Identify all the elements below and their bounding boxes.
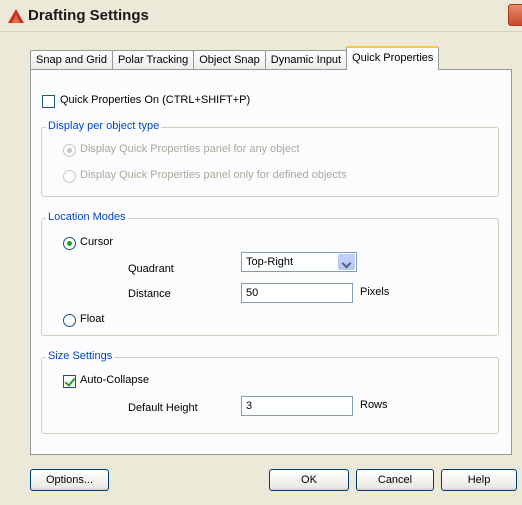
distance-input[interactable] bbox=[241, 283, 353, 303]
drafting-settings-dialog: Drafting Settings Snap and Grid Polar Tr… bbox=[0, 0, 522, 505]
quick-properties-on-label: Quick Properties On (CTRL+SHIFT+P) bbox=[60, 94, 251, 106]
default-height-input[interactable] bbox=[241, 396, 353, 416]
help-button[interactable]: Help bbox=[441, 469, 517, 491]
tab-strip: Snap and Grid Polar Tracking Object Snap… bbox=[30, 46, 440, 70]
display-per-object-group: Display per object type Display Quick Pr… bbox=[41, 120, 499, 197]
quick-properties-on-checkbox[interactable] bbox=[42, 95, 55, 108]
title-bar[interactable]: Drafting Settings bbox=[0, 0, 522, 32]
ok-button[interactable]: OK bbox=[269, 469, 349, 491]
distance-label: Distance bbox=[128, 288, 171, 300]
close-button[interactable] bbox=[508, 4, 522, 26]
tab-dynamic-input[interactable]: Dynamic Input bbox=[264, 50, 348, 70]
location-modes-group: Location Modes Cursor Quadrant Top-Right… bbox=[41, 211, 499, 336]
tab-quick-properties[interactable]: Quick Properties bbox=[346, 46, 440, 70]
window-title: Drafting Settings bbox=[28, 7, 149, 24]
tab-snap-and-grid[interactable]: Snap and Grid bbox=[30, 50, 113, 70]
auto-collapse-label: Auto-Collapse bbox=[80, 374, 150, 386]
display-any-object-radio[interactable] bbox=[63, 144, 76, 157]
size-settings-group: Size Settings Auto-Collapse Default Heig… bbox=[41, 350, 499, 434]
default-height-unit-label: Rows bbox=[360, 399, 388, 411]
cursor-radio[interactable] bbox=[63, 237, 76, 250]
default-height-label: Default Height bbox=[128, 402, 198, 414]
size-settings-title: Size Settings bbox=[46, 350, 115, 362]
display-defined-objects-radio[interactable] bbox=[63, 170, 76, 183]
display-per-object-title: Display per object type bbox=[46, 120, 162, 132]
quadrant-value: Top-Right bbox=[246, 256, 294, 268]
cancel-button[interactable]: Cancel bbox=[356, 469, 434, 491]
tab-object-snap[interactable]: Object Snap bbox=[193, 50, 266, 70]
location-modes-title: Location Modes bbox=[46, 211, 128, 223]
app-icon bbox=[8, 9, 24, 23]
options-button[interactable]: Options... bbox=[30, 469, 109, 491]
float-label: Float bbox=[80, 313, 105, 325]
quadrant-label: Quadrant bbox=[128, 263, 174, 275]
quick-properties-panel: Quick Properties On (CTRL+SHIFT+P) Displ… bbox=[30, 69, 512, 455]
display-defined-objects-label: Display Quick Properties panel only for … bbox=[80, 169, 347, 181]
distance-unit-label: Pixels bbox=[360, 286, 390, 298]
tab-polar-tracking[interactable]: Polar Tracking bbox=[111, 50, 195, 70]
cursor-label: Cursor bbox=[80, 236, 114, 248]
display-any-object-label: Display Quick Properties panel for any o… bbox=[80, 143, 300, 155]
quadrant-dropdown[interactable]: Top-Right bbox=[241, 252, 357, 272]
float-radio[interactable] bbox=[63, 314, 76, 327]
chevron-down-icon[interactable] bbox=[338, 254, 355, 270]
auto-collapse-checkbox[interactable] bbox=[63, 375, 76, 388]
